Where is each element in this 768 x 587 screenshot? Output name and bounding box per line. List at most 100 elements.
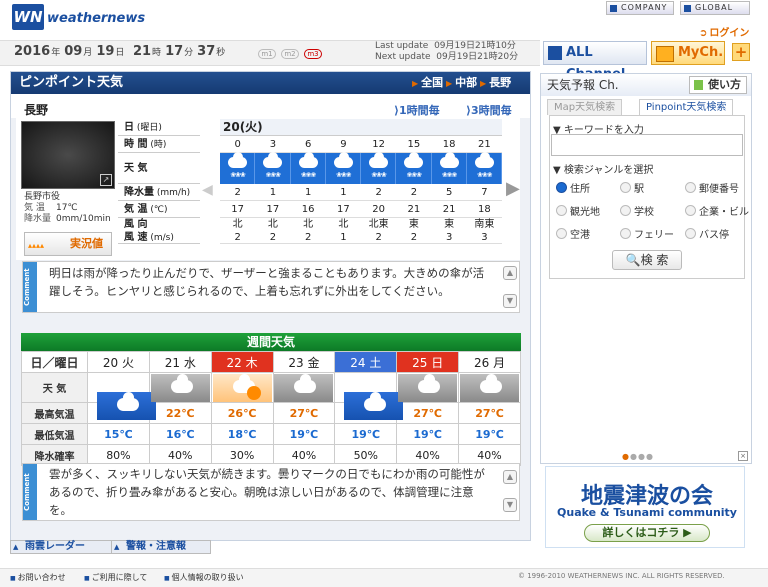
genre-ferry-radio[interactable]: フェリー (620, 226, 674, 241)
genre-busstop-radio[interactable]: バス停 (685, 226, 729, 241)
genre-address-radio[interactable]: 住所 (556, 180, 590, 195)
wind-dir-cell: 北 (232, 219, 243, 230)
keyword-input[interactable] (551, 134, 743, 156)
expand-icon[interactable]: ↗ (100, 174, 112, 186)
scroll-down-icon[interactable]: ▼ (503, 498, 517, 512)
genre-school-radio[interactable]: 学校 (620, 203, 654, 218)
next-update-label: Next update (375, 52, 431, 62)
breadcrumb-zenkoku[interactable]: 全国 (412, 72, 443, 94)
weekly-weather-row: 天 気 (21, 372, 521, 420)
weekly-low-cell: 18℃ (210, 423, 274, 445)
weekly-dow: 日 (431, 355, 444, 370)
rain-icon: ❀❀❀ (326, 152, 361, 184)
label-precip-main: 降水量 (124, 187, 154, 198)
hour-cell: 3 (269, 139, 277, 150)
company-link[interactable]: COMPANY (606, 1, 675, 15)
tab-pinpoint-search[interactable]: Pinpoint天気検索 (639, 99, 734, 115)
copyright: © 1996-2010 WEATHERNEWS INC. ALL RIGHTS … (518, 572, 725, 580)
add-channel-button[interactable]: + (732, 43, 750, 61)
comment-label-1: Comment (23, 262, 37, 312)
comment-box-1: Comment 明日は雨が降ったり止んだりで、ザーザーと強まることもあります。大… (22, 261, 520, 313)
scroll-down-icon[interactable]: ▼ (503, 294, 517, 308)
tab-map-search[interactable]: Map天気検索 (547, 99, 623, 115)
obs-rain-value: 0mm/10min (56, 214, 111, 224)
search-button[interactable]: 🔍検 索 (612, 250, 682, 270)
comment-label-2: Comment (23, 464, 37, 520)
label-day-sub: (曜日) (136, 123, 162, 133)
hour-cell: 6 (304, 139, 312, 150)
weekly-icon-cell (87, 372, 156, 420)
precip-cell: 1 (269, 187, 277, 198)
brand-name[interactable]: weathernews (47, 11, 145, 26)
cloud-icon (274, 373, 334, 402)
weekly-low-cell: 19℃ (458, 423, 521, 445)
label-precip-sub: (mm/h) (156, 188, 191, 198)
wind-speed-row: 2 2 2 1 2 2 3 3 (220, 231, 502, 244)
wind-speed-cell: 2 (269, 232, 277, 243)
genre-airport-radio[interactable]: 空港 (556, 226, 590, 241)
all-channel-button[interactable]: ALL Channel (543, 41, 647, 82)
weekly-date: 21 (164, 355, 180, 370)
footer-contact-link[interactable]: お問い合わせ (10, 572, 66, 583)
warnings-link[interactable]: 警報・注意報 (111, 540, 211, 554)
jikkyo-button[interactable]: ▴▴▴▴ 実況値 (24, 232, 112, 256)
label-temp: 気 温 (℃) (118, 201, 200, 218)
weekly-date-cell: 22 木 (210, 351, 274, 373)
hour-cell: 9 (340, 139, 347, 150)
breadcrumb-nagano[interactable]: 長野 (480, 72, 511, 94)
temp-cell: 20 (372, 204, 385, 215)
howto-button[interactable]: 使い方 (689, 76, 747, 94)
forecast-day: 20(火) (220, 119, 502, 136)
wind-dir-cell: 北 (338, 219, 349, 230)
hourly-3-tab[interactable]: ⟩3時間毎 (466, 102, 512, 118)
scroll-up-icon[interactable]: ▲ (503, 266, 517, 280)
rain-icon: ❀❀❀ (361, 152, 397, 184)
precip-cell: 5 (445, 187, 453, 198)
next-arrow-icon[interactable]: ▶ (506, 178, 520, 199)
mode-button-3[interactable]: m3 (304, 49, 322, 59)
genre-postcode-radio[interactable]: 郵便番号 (685, 180, 739, 195)
login-link[interactable]: ログイン (699, 24, 749, 39)
mych-button[interactable]: MyCh. (651, 41, 725, 65)
weekly-icon-cell (458, 372, 521, 403)
breadcrumb-chubu[interactable]: 中部 (446, 72, 477, 94)
carousel-dots[interactable]: ●●●● (622, 452, 654, 461)
hourly-1-tab[interactable]: ⟩1時間毎 (394, 102, 440, 118)
weekly-dow: 月 (493, 355, 506, 370)
wind-speed-cell: 2 (304, 232, 312, 243)
genre-company-radio[interactable]: 企業・ビル (685, 203, 749, 218)
label-wind-speed-main: 風 速 (124, 232, 148, 243)
genre-station-radio[interactable]: 駅 (620, 180, 644, 195)
rain-radar-link[interactable]: 雨雲レーダー (10, 540, 115, 554)
ad-details-button[interactable]: 詳しくはコチラ ▶ (584, 524, 710, 542)
weekly-low-row: 最低気温 15℃ 16℃ 18℃ 19℃ 19℃ 19℃ 19℃ (21, 423, 521, 445)
rain-icon: ❀❀❀ (467, 152, 502, 184)
temp-cell: 17 (266, 204, 280, 215)
weekly-date: 25 (412, 355, 428, 370)
close-ad-icon[interactable]: × (738, 451, 748, 461)
weekly-date-cell: 25 日 (396, 351, 460, 373)
precip-cell: 1 (340, 187, 347, 198)
global-link[interactable]: GLOBAL (680, 1, 750, 15)
scroll-up-icon[interactable]: ▲ (503, 470, 517, 484)
hour-cell: 21 (478, 139, 491, 150)
last-update-label: Last update (375, 41, 429, 51)
mode-button-1[interactable]: m1 (258, 49, 276, 59)
weathernews-logo-icon[interactable]: WN (12, 4, 44, 30)
month: 09 (64, 44, 83, 59)
temp-cell: 21 (442, 204, 456, 215)
mode-button-2[interactable]: m2 (281, 49, 299, 59)
hour: 21 (132, 44, 152, 59)
weekly-date-cell: 20 火 (87, 351, 150, 373)
genre-sightseeing-radio[interactable]: 観光地 (556, 203, 600, 218)
weekly-high-cell: 27℃ (458, 402, 521, 424)
weekly-low-cell: 15℃ (87, 423, 150, 445)
footer-privacy-link[interactable]: 個人情報の取り扱い (164, 572, 244, 583)
minute: 17 (165, 44, 184, 59)
obs-temp-value: 17℃ (56, 203, 78, 213)
footer-terms-link[interactable]: ご利用に際して (84, 572, 148, 583)
weekly-date-cell: 26 月 (458, 351, 521, 373)
prev-arrow-icon[interactable]: ◀ (202, 182, 213, 198)
thermo-icon: ▴▴▴▴ (28, 241, 45, 250)
hourly-3-label: 3時間毎 (471, 104, 512, 117)
